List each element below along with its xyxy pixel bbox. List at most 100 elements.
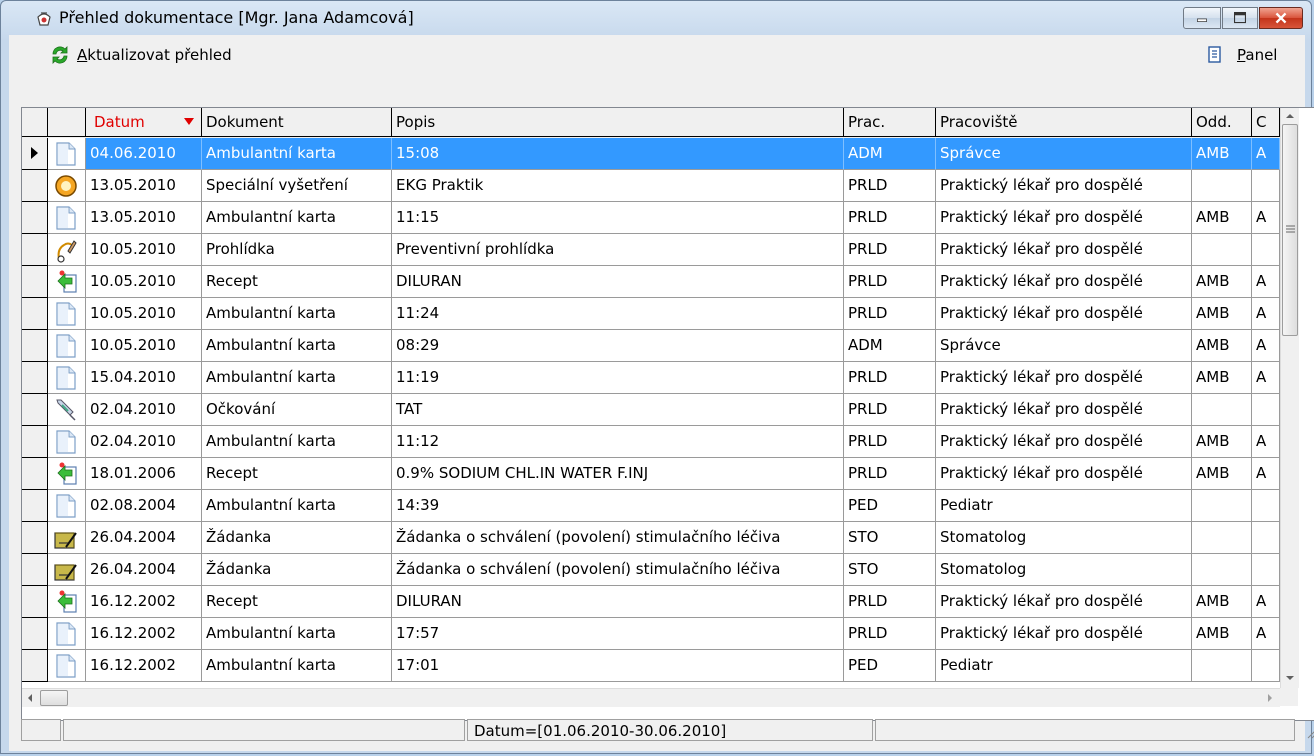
refresh-button[interactable]: Aktualizovat přehled <box>49 43 232 67</box>
scroll-down-icon[interactable] <box>1285 674 1295 682</box>
column-header-datum[interactable]: Datum <box>86 108 202 137</box>
column-header-c[interactable]: C <box>1252 108 1280 137</box>
cell-popis: DILURAN <box>392 266 844 298</box>
table-row[interactable]: 16.12.2002 Ambulantní karta 17:01 PED Pediat… <box>22 650 1280 682</box>
row-indicator <box>22 458 48 490</box>
panel-label: Panel <box>1237 46 1278 64</box>
row-indicator <box>22 522 48 554</box>
scroll-up-icon[interactable] <box>1285 112 1295 120</box>
close-icon <box>1275 12 1287 24</box>
cell-c: A <box>1252 138 1280 170</box>
title-bar[interactable]: Přehled dokumentace [Mgr. Jana Adamcová] <box>1 1 1311 35</box>
table-row[interactable]: 02.08.2004 Ambulantní karta 14:39 PED Pediat… <box>22 490 1280 522</box>
refresh-icon <box>52 46 68 64</box>
cell-pracoviste: Správce <box>936 330 1192 362</box>
examination-icon <box>57 240 77 263</box>
document-icon <box>56 366 76 390</box>
cell-dokument: Očkování <box>202 394 392 426</box>
minimize-button[interactable] <box>1183 7 1221 29</box>
cell-prac: PRLD <box>844 426 936 458</box>
row-indicator <box>22 298 48 330</box>
row-type-icon-cell <box>48 266 86 298</box>
column-header-odd[interactable]: Odd. <box>1192 108 1252 137</box>
row-indicator <box>22 618 48 650</box>
cell-c: A <box>1252 618 1280 650</box>
cell-prac: ADM <box>844 138 936 170</box>
cell-datum: 18.01.2006 <box>86 458 202 490</box>
prescription-icon <box>57 270 77 293</box>
status-bar: Datum=[01.06.2010-30.06.2010] <box>21 717 1314 743</box>
panel-button[interactable]: Panel <box>1207 43 1277 67</box>
cell-popis: 17:01 <box>392 650 844 682</box>
documents-grid[interactable]: Datum Dokument Popis Prac. Pracoviště Odd. C 0… <box>21 107 1314 721</box>
table-row[interactable]: 13.05.2010 Ambulantní karta 11:15 PRLD Prakt… <box>22 202 1280 234</box>
table-row[interactable]: 10.05.2010 Recept DILURAN PRLD Praktický lék… <box>22 266 1280 298</box>
document-icon <box>56 654 76 678</box>
sort-descending-icon <box>184 118 194 125</box>
maximize-button[interactable] <box>1222 7 1258 29</box>
cell-odd <box>1192 490 1252 522</box>
table-row[interactable]: 10.05.2010 Ambulantní karta 08:29 ADM Správc… <box>22 330 1280 362</box>
prescription-icon <box>57 462 77 485</box>
table-row[interactable]: 04.06.2010 Ambulantní karta 15:08 ADM Správc… <box>22 138 1280 170</box>
table-row[interactable]: 10.05.2010 Ambulantní karta 11:24 PRLD Prakt… <box>22 298 1280 330</box>
horizontal-scrollbar[interactable] <box>22 688 1280 707</box>
scroll-left-icon[interactable] <box>26 693 34 703</box>
cell-pracoviste: Pediatr <box>936 490 1192 522</box>
table-row[interactable]: 18.01.2006 Recept 0.9% SODIUM CHL.IN WATER… <box>22 458 1280 490</box>
cell-datum: 16.12.2002 <box>86 586 202 618</box>
cell-prac: STO <box>844 554 936 586</box>
cell-pracoviste: Stomatolog <box>936 554 1192 586</box>
cell-datum: 10.05.2010 <box>86 234 202 266</box>
table-row[interactable]: 16.12.2002 Recept DILURAN PRLD Praktický lék… <box>22 586 1280 618</box>
cell-dokument: Prohlídka <box>202 234 392 266</box>
cell-prac: PRLD <box>844 170 936 202</box>
vertical-scroll-thumb[interactable] <box>1282 124 1298 336</box>
resize-grip-icon[interactable] <box>1305 725 1314 739</box>
column-header-popis[interactable]: Popis <box>392 108 844 137</box>
document-icon <box>56 334 76 358</box>
cell-datum: 02.04.2010 <box>86 394 202 426</box>
cell-odd: AMB <box>1192 138 1252 170</box>
cell-datum: 10.05.2010 <box>86 266 202 298</box>
row-type-icon-cell <box>48 170 86 202</box>
row-type-icon-cell <box>48 458 86 490</box>
table-row[interactable]: 02.04.2010 Očkování TAT PRLD Praktický lékař… <box>22 394 1280 426</box>
cell-dokument: Ambulantní karta <box>202 330 392 362</box>
cell-prac: PED <box>844 490 936 522</box>
row-indicator <box>22 202 48 234</box>
cell-odd <box>1192 394 1252 426</box>
cell-c <box>1252 234 1280 266</box>
row-type-icon-cell <box>48 330 86 362</box>
column-header-label: C <box>1256 113 1267 131</box>
table-row[interactable]: 16.12.2002 Ambulantní karta 17:57 PRLD Prakt… <box>22 618 1280 650</box>
cell-datum: 10.05.2010 <box>86 298 202 330</box>
horizontal-scroll-thumb[interactable] <box>40 690 68 706</box>
cell-dokument: Ambulantní karta <box>202 138 392 170</box>
special-exam-icon <box>55 175 77 197</box>
row-type-icon-cell <box>48 202 86 234</box>
column-header-dokument[interactable]: Dokument <box>202 108 392 137</box>
close-button[interactable] <box>1259 7 1303 29</box>
vertical-scrollbar[interactable] <box>1280 108 1299 688</box>
table-row[interactable]: 02.04.2010 Ambulantní karta 11:12 PRLD Prakt… <box>22 426 1280 458</box>
cell-odd <box>1192 170 1252 202</box>
cell-odd <box>1192 522 1252 554</box>
cell-c: A <box>1252 298 1280 330</box>
cell-popis: Žádanka o schválení (povolení) stimulačn… <box>392 522 844 554</box>
column-header-prac[interactable]: Prac. <box>844 108 936 137</box>
cell-c <box>1252 650 1280 682</box>
table-row[interactable]: 26.04.2004 Žádanka Žádanka o schválení (po… <box>22 554 1280 586</box>
scroll-right-icon[interactable] <box>1266 693 1274 703</box>
table-row[interactable]: 13.05.2010 Speciální vyšetření EKG Praktik… <box>22 170 1280 202</box>
status-panel-2 <box>63 719 465 741</box>
cell-popis: 11:15 <box>392 202 844 234</box>
row-type-icon-cell <box>48 234 86 266</box>
cell-odd: AMB <box>1192 266 1252 298</box>
table-row[interactable]: 15.04.2010 Ambulantní karta 11:19 PRLD Prakt… <box>22 362 1280 394</box>
cell-odd: AMB <box>1192 362 1252 394</box>
status-panel-1 <box>21 719 61 741</box>
table-row[interactable]: 26.04.2004 Žádanka Žádanka o schválení (po… <box>22 522 1280 554</box>
table-row[interactable]: 10.05.2010 Prohlídka Preventivní prohlídka… <box>22 234 1280 266</box>
column-header-pracoviste[interactable]: Pracoviště <box>936 108 1192 137</box>
